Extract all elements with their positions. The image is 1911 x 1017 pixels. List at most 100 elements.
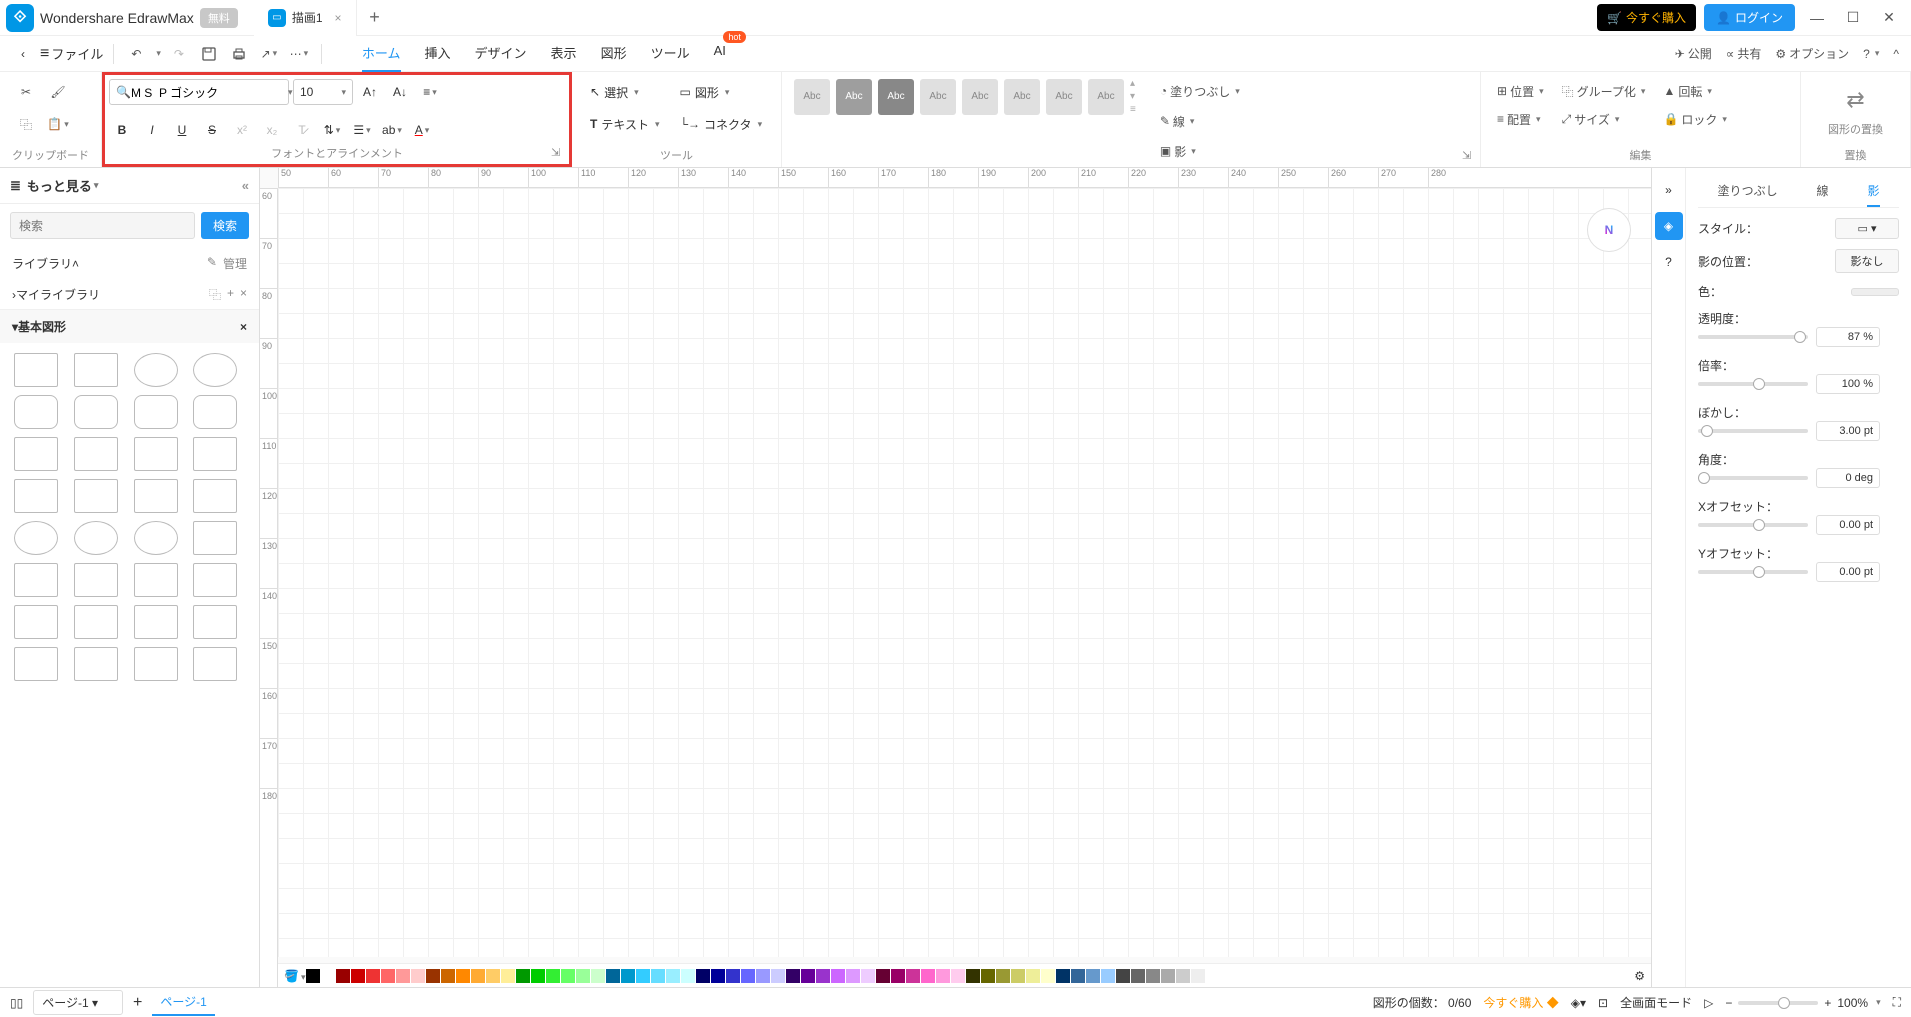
connector-tool[interactable]: └→コネクタ▾ bbox=[674, 110, 769, 138]
decrease-font-button[interactable]: A↓ bbox=[387, 79, 413, 105]
shape-item[interactable] bbox=[14, 437, 58, 471]
tab-view[interactable]: 表示 bbox=[551, 35, 577, 72]
color-swatch[interactable] bbox=[966, 969, 980, 983]
color-swatch[interactable] bbox=[561, 969, 575, 983]
shape-search-button[interactable]: 検索 bbox=[201, 212, 249, 239]
color-swatch[interactable] bbox=[696, 969, 710, 983]
style-thumb[interactable]: Abc bbox=[794, 79, 830, 115]
help-button[interactable]: ?▾ bbox=[1863, 47, 1879, 61]
color-swatch[interactable] bbox=[1191, 969, 1205, 983]
login-button[interactable]: 👤 ログイン bbox=[1704, 4, 1795, 31]
collapse-ribbon-button[interactable]: ^ bbox=[1893, 47, 1899, 61]
bucket-icon[interactable]: 🪣▾ bbox=[284, 969, 305, 983]
export-button[interactable]: ↗▾ bbox=[257, 42, 281, 66]
position-button[interactable]: ⊞ 位置▾ bbox=[1493, 78, 1548, 104]
shape-item[interactable] bbox=[193, 647, 237, 681]
shape-item[interactable] bbox=[193, 353, 237, 387]
color-swatch[interactable] bbox=[456, 969, 470, 983]
shape-item[interactable] bbox=[193, 521, 237, 555]
shape-item[interactable] bbox=[14, 605, 58, 639]
color-swatch[interactable] bbox=[381, 969, 395, 983]
color-swatch[interactable] bbox=[1131, 969, 1145, 983]
color-swatch[interactable] bbox=[996, 969, 1010, 983]
close-icon[interactable]: × bbox=[240, 320, 247, 334]
publish-button[interactable]: ✈公開 bbox=[1675, 45, 1712, 62]
color-swatch[interactable] bbox=[726, 969, 740, 983]
tab-shape[interactable]: 図形 bbox=[601, 35, 627, 72]
color-swatch[interactable] bbox=[546, 969, 560, 983]
color-swatch[interactable] bbox=[801, 969, 815, 983]
style-thumb[interactable]: Abc bbox=[1088, 79, 1124, 115]
zoom-in-button[interactable]: + bbox=[1824, 996, 1831, 1010]
scale-slider[interactable] bbox=[1698, 382, 1808, 386]
panel-tab-line[interactable]: 線 bbox=[1817, 176, 1829, 207]
library-header[interactable]: ライブラリ ˄ ✎管理 bbox=[0, 247, 259, 280]
shape-item[interactable] bbox=[14, 479, 58, 513]
size-button[interactable]: ⤢ サイズ▾ bbox=[1558, 106, 1650, 132]
lock-button[interactable]: 🔒 ロック▾ bbox=[1659, 106, 1731, 132]
shape-item[interactable] bbox=[14, 395, 58, 429]
maximize-button[interactable]: ☐ bbox=[1839, 4, 1867, 32]
style-launcher-button[interactable]: ⇲ bbox=[1462, 149, 1476, 163]
color-swatch[interactable] bbox=[741, 969, 755, 983]
color-swatch[interactable] bbox=[1011, 969, 1025, 983]
xoffset-value[interactable]: 0.00 pt bbox=[1816, 515, 1880, 535]
bullet-list-button[interactable]: ☰▾ bbox=[349, 117, 375, 143]
color-swatch[interactable] bbox=[471, 969, 485, 983]
blur-value[interactable]: 3.00 pt bbox=[1816, 421, 1880, 441]
color-swatch[interactable] bbox=[651, 969, 665, 983]
style-select[interactable]: ▭ ▾ bbox=[1835, 218, 1899, 239]
style-thumb[interactable]: Abc bbox=[920, 79, 956, 115]
fill-button[interactable]: ◔塗りつぶし▾ bbox=[1156, 78, 1244, 104]
color-swatch[interactable] bbox=[1116, 969, 1130, 983]
color-swatch[interactable] bbox=[426, 969, 440, 983]
color-swatch[interactable] bbox=[606, 969, 620, 983]
color-swatch[interactable] bbox=[1071, 969, 1085, 983]
color-swatch[interactable] bbox=[576, 969, 590, 983]
new-tab-button[interactable]: + bbox=[357, 0, 393, 36]
zoom-value[interactable]: 100% bbox=[1837, 996, 1868, 1010]
color-swatch[interactable] bbox=[1086, 969, 1100, 983]
style-thumb[interactable]: Abc bbox=[1004, 79, 1040, 115]
panel-tab-shadow[interactable]: 影 bbox=[1867, 176, 1879, 207]
shape-item[interactable] bbox=[74, 563, 118, 597]
line-button[interactable]: ✎線▾ bbox=[1156, 108, 1244, 134]
my-library-row[interactable]: › マイライブラリ ⿻+× bbox=[0, 280, 259, 310]
color-swatch[interactable] bbox=[321, 969, 335, 983]
add-icon[interactable]: + bbox=[227, 286, 234, 303]
color-swatch[interactable] bbox=[906, 969, 920, 983]
angle-slider[interactable] bbox=[1698, 476, 1808, 480]
color-swatch[interactable] bbox=[336, 969, 350, 983]
superscript-button[interactable]: x² bbox=[229, 117, 255, 143]
color-swatch[interactable] bbox=[351, 969, 365, 983]
document-tab[interactable]: ▭ 描画1 × bbox=[254, 0, 357, 36]
style-thumb[interactable]: Abc bbox=[1046, 79, 1082, 115]
shadow-button[interactable]: ▣影▾ bbox=[1156, 138, 1244, 164]
shape-item[interactable] bbox=[193, 437, 237, 471]
xoffset-slider[interactable] bbox=[1698, 523, 1808, 527]
tab-tool[interactable]: ツール bbox=[651, 35, 690, 72]
page-tab[interactable]: ページ-1 bbox=[152, 989, 214, 1016]
strikethrough-button[interactable]: S bbox=[199, 117, 225, 143]
scale-value[interactable]: 100 % bbox=[1816, 374, 1880, 394]
align-button[interactable]: ≡▾ bbox=[417, 79, 443, 105]
rotate-button[interactable]: ▲ 回転▾ bbox=[1659, 78, 1731, 104]
font-family-select[interactable]: 🔍 ▾ bbox=[109, 79, 289, 105]
color-swatch[interactable] bbox=[621, 969, 635, 983]
layers-button[interactable]: ◈▾ bbox=[1571, 996, 1586, 1010]
copy-button[interactable]: ⿻ bbox=[12, 110, 40, 138]
shape-item[interactable] bbox=[134, 353, 178, 387]
tab-design[interactable]: デザイン bbox=[475, 35, 527, 72]
tab-close-icon[interactable]: × bbox=[335, 11, 342, 25]
format-painter-button[interactable]: 🖌 bbox=[44, 78, 72, 106]
color-swatch[interactable] bbox=[366, 969, 380, 983]
opacity-value[interactable]: 87 % bbox=[1816, 327, 1880, 347]
shape-item[interactable] bbox=[14, 353, 58, 387]
shape-item[interactable] bbox=[134, 605, 178, 639]
line-spacing-button[interactable]: ⇅▾ bbox=[319, 117, 345, 143]
shape-item[interactable] bbox=[134, 521, 178, 555]
color-swatch[interactable] bbox=[1101, 969, 1115, 983]
shape-item[interactable] bbox=[193, 605, 237, 639]
blur-slider[interactable] bbox=[1698, 429, 1808, 433]
text-tool[interactable]: Tテキスト▾ bbox=[584, 110, 666, 138]
